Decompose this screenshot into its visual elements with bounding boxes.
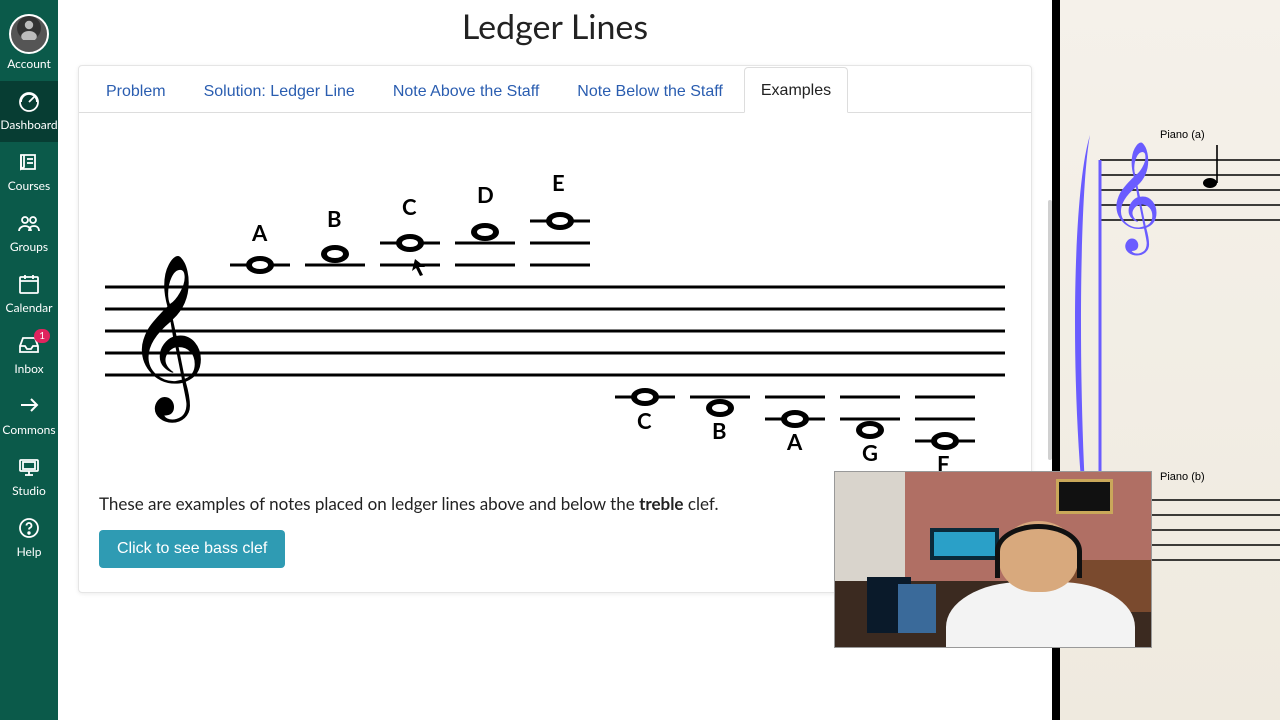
note-below-A: A: [765, 397, 825, 455]
stave-label-a: Piano (a): [1160, 129, 1205, 141]
tab-below[interactable]: Note Below the Staff: [560, 67, 740, 113]
help-icon: [17, 516, 41, 540]
staff-example: 𝄞 A B C: [79, 113, 1031, 487]
nav-item-studio[interactable]: Studio: [0, 447, 58, 508]
note-above-A: A: [230, 219, 290, 274]
nav-label: Help: [17, 544, 42, 559]
nav-item-inbox[interactable]: 1 Inbox: [0, 325, 58, 386]
nav-label: Courses: [8, 178, 50, 193]
nav-label: Studio: [12, 483, 46, 498]
webcam-overlay: [834, 471, 1152, 648]
nav-item-help[interactable]: Help: [0, 508, 58, 569]
note-below-G: G: [840, 397, 900, 466]
stave-label-b: Piano (b): [1160, 471, 1205, 483]
nav-label: Inbox: [14, 361, 43, 376]
nav-item-commons[interactable]: Commons: [0, 386, 58, 447]
tab-bar: Problem Solution: Ledger Line Note Above…: [79, 66, 1031, 113]
nav-item-groups[interactable]: Groups: [0, 203, 58, 264]
note-above-D: D: [455, 181, 515, 265]
tab-problem[interactable]: Problem: [89, 67, 183, 113]
svg-text:A: A: [786, 428, 803, 455]
treble-clef-icon: 𝄞: [125, 256, 208, 423]
nav-item-account[interactable]: Account: [0, 0, 58, 81]
svg-text:A: A: [251, 219, 268, 246]
nav-item-dashboard[interactable]: Dashboard: [0, 81, 58, 142]
caption-bold: treble: [639, 493, 683, 514]
note-above-E: E: [530, 169, 590, 265]
svg-text:E: E: [552, 169, 565, 196]
treble-staff-svg: 𝄞 A B C: [89, 137, 1021, 477]
studio-icon: [17, 455, 41, 479]
nav-label: Groups: [10, 239, 48, 254]
calendar-icon: [17, 272, 41, 296]
commons-icon: [17, 394, 41, 418]
courses-icon: [17, 150, 41, 174]
svg-text:B: B: [712, 417, 727, 444]
svg-text:C: C: [637, 407, 652, 434]
caption-post: clef.: [684, 493, 719, 514]
note-below-F: F: [915, 397, 975, 477]
svg-text:G: G: [862, 439, 878, 466]
treble-clef-icon: 𝄞: [1105, 143, 1161, 256]
global-nav: Account Dashboard Courses Groups Calenda…: [0, 0, 58, 720]
page-title: Ledger Lines: [78, 6, 1032, 47]
note-above-B: B: [305, 205, 365, 265]
tab-examples[interactable]: Examples: [744, 67, 848, 113]
cursor-icon: [412, 259, 425, 276]
nav-label: Account: [7, 56, 51, 71]
nav-item-courses[interactable]: Courses: [0, 142, 58, 203]
svg-text:B: B: [327, 205, 342, 232]
tab-above[interactable]: Note Above the Staff: [376, 67, 556, 113]
nav-item-calendar[interactable]: Calendar: [0, 264, 58, 325]
nav-label: Commons: [2, 422, 55, 437]
groups-icon: [17, 211, 41, 235]
svg-text:C: C: [402, 193, 417, 220]
note-below-C: C: [615, 388, 675, 434]
toggle-clef-button[interactable]: Click to see bass clef: [99, 530, 285, 568]
svg-text:D: D: [477, 181, 494, 208]
nav-label: Calendar: [6, 300, 53, 315]
tab-solution[interactable]: Solution: Ledger Line: [187, 67, 372, 113]
caption-pre: These are examples of notes placed on le…: [99, 493, 639, 514]
note-above-C: C: [380, 193, 440, 265]
nav-label: Dashboard: [0, 117, 57, 132]
dashboard-icon: [17, 89, 41, 113]
note-below-B: B: [690, 397, 750, 444]
inbox-badge: 1: [34, 329, 50, 343]
avatar-icon: [9, 14, 49, 54]
